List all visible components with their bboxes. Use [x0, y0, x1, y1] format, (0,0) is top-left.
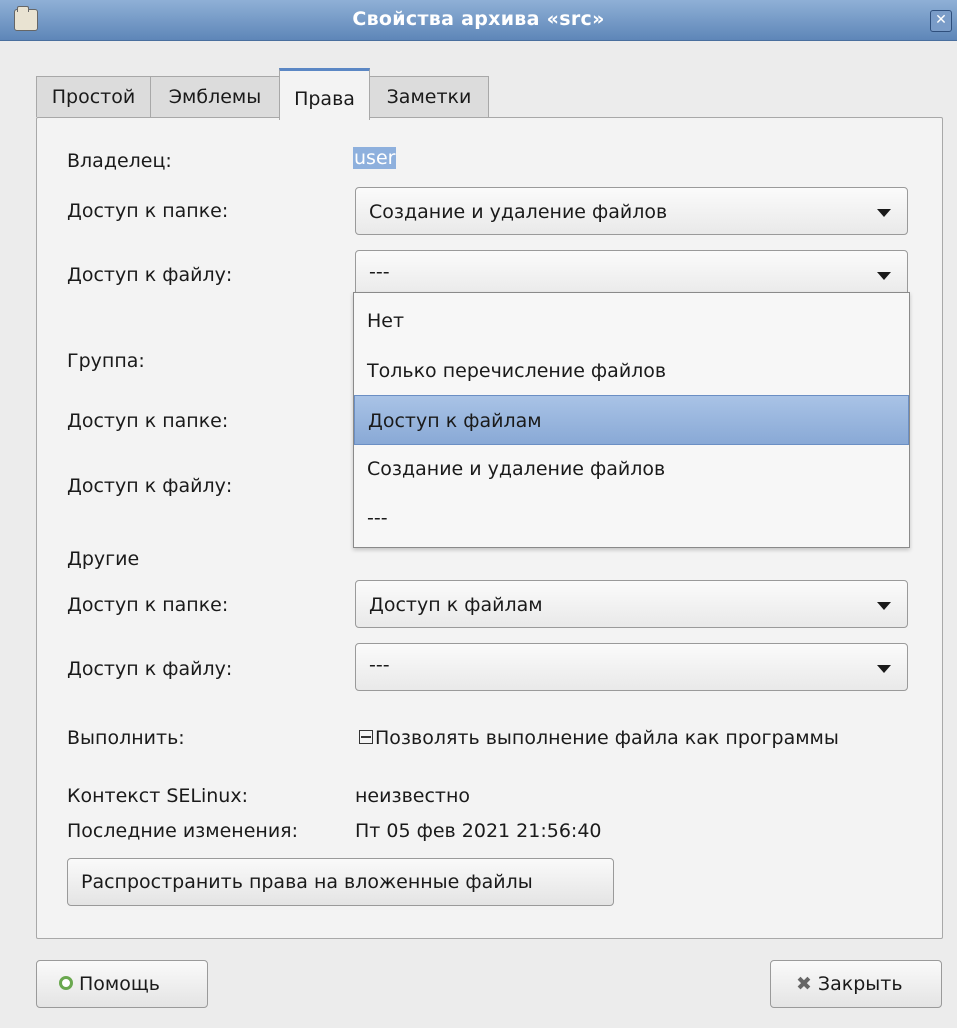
others-file-access-combo[interactable]: --- [355, 643, 908, 691]
window-titlebar[interactable]: Свойства архива «src» ✕ [0, 0, 957, 41]
others-file-access-label: Доступ к файлу: [67, 658, 233, 680]
tab-basic[interactable]: Простой [36, 76, 151, 117]
chevron-down-icon [877, 665, 891, 673]
selinux-value: неизвестно [355, 785, 471, 807]
owner-file-access-label: Доступ к файлу: [67, 264, 233, 286]
close-button-label: Закрыть [817, 973, 903, 995]
group-file-access-label: Доступ к файлу: [67, 475, 233, 497]
owner-value[interactable]: user [353, 147, 397, 169]
dropdown-option-list-only[interactable]: Только перечисление файлов [354, 346, 909, 396]
chevron-down-icon [877, 272, 891, 280]
help-icon [59, 976, 73, 990]
modified-label: Последние изменения: [67, 820, 299, 842]
help-button-label: Помощь [79, 973, 160, 995]
close-button[interactable]: ✖ Закрыть [770, 960, 942, 1008]
modified-value: Пт 05 фев 2021 21:56:40 [355, 820, 602, 842]
owner-folder-access-combo[interactable]: Создание и удаление файлов [355, 187, 908, 235]
chevron-down-icon [877, 602, 891, 610]
execute-label: Выполнить: [67, 727, 185, 749]
owner-folder-access-label: Доступ к папке: [67, 200, 229, 222]
tab-emblems[interactable]: Эмблемы [150, 76, 280, 117]
apply-recursive-button[interactable]: Распространить права на вложенные файлы [67, 858, 614, 906]
tab-notes[interactable]: Заметки [369, 76, 489, 117]
owner-label: Владелец: [67, 150, 172, 172]
others-folder-access-label: Доступ к папке: [67, 594, 229, 616]
tab-permissions[interactable]: Права [279, 68, 370, 120]
help-button[interactable]: Помощь [36, 960, 208, 1008]
owner-file-access-combo[interactable]: --- [355, 250, 908, 298]
execute-checkbox[interactable] [359, 730, 373, 744]
execute-checkbox-label[interactable]: Позволять выполнение файла как программы [375, 727, 839, 749]
dropdown-option-create-delete[interactable]: Создание и удаление файлов [354, 444, 909, 494]
file-access-dropdown-list[interactable]: Нет Только перечисление файлов Доступ к … [353, 292, 910, 548]
others-folder-access-combo[interactable]: Доступ к файлам [355, 580, 908, 628]
close-icon: ✖ [796, 973, 812, 995]
chevron-down-icon [877, 209, 891, 217]
combo-value: Создание и удаление файлов [369, 201, 668, 223]
combo-value: Доступ к файлам [369, 594, 543, 616]
group-label: Группа: [67, 350, 145, 372]
group-folder-access-label: Доступ к папке: [67, 410, 229, 432]
dropdown-option-none[interactable]: Нет [354, 296, 909, 346]
selinux-label: Контекст SELinux: [67, 785, 248, 807]
dropdown-option-none-dashes[interactable]: --- [354, 493, 909, 543]
window-title: Свойства архива «src» [352, 8, 605, 30]
combo-value: --- [369, 654, 390, 676]
dropdown-option-file-access[interactable]: Доступ к файлам [354, 395, 909, 445]
window-close-button[interactable]: ✕ [930, 10, 952, 32]
others-label: Другие [67, 548, 140, 570]
combo-value: --- [369, 261, 390, 283]
